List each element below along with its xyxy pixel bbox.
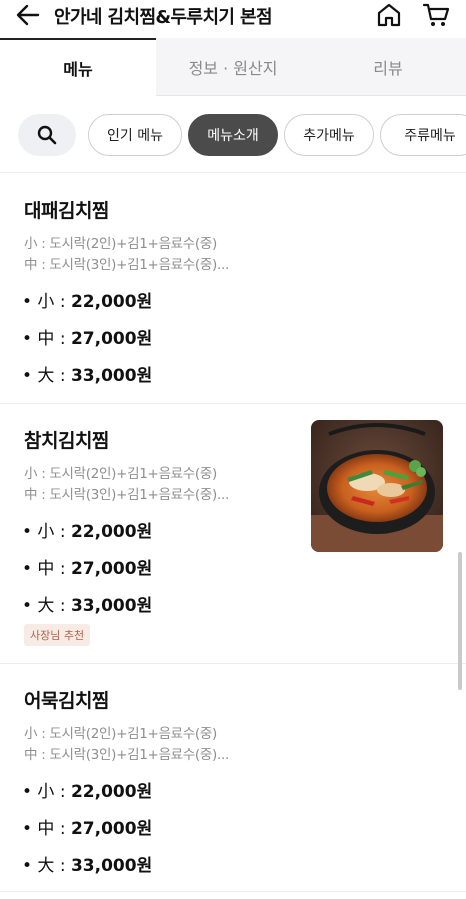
menu-item-name: 참치김치찜 [24,430,109,452]
food-photo [311,420,443,552]
price-amount: 22,000원 [70,782,153,802]
price-row: • 大 : 33,000원 [22,851,152,876]
scrollbar[interactable] [458,552,462,690]
cart-icon[interactable] [422,2,450,28]
price-row: • 大 : 33,000원 [22,591,152,616]
chip-extra-menu[interactable]: 추가메뉴 [284,114,374,156]
desc-line: 小 : 도시락(2인)+김1+음료수(중) [24,726,217,742]
price-size: • 大 : [22,366,71,386]
desc-line: 中 : 도시락(3인)+김1+음료수(중)... [24,747,229,763]
menu-item-description: 小 : 도시락(2인)+김1+음료수(중) 中 : 도시락(3인)+김1+음료수… [24,234,229,276]
price-amount: 27,000원 [70,819,153,839]
menu-item-description: 小 : 도시락(2인)+김1+음료수(중) 中 : 도시락(3인)+김1+음료수… [24,464,229,506]
tab-info-origin[interactable]: 정보 · 원산지 [156,38,310,96]
top-bar: 안가네 김치찜&두루치기 본점 [0,0,466,30]
owner-recommend-badge: 사장님 추천 [24,624,91,646]
menu-item[interactable]: 대패김치찜 小 : 도시락(2인)+김1+음료수(중) 中 : 도시락(3인)+… [0,174,466,404]
price-row: • 中 : 27,000원 [22,814,152,839]
menu-item-name: 어묵김치찜 [24,690,109,712]
store-title: 안가네 김치찜&두루치기 본점 [54,7,273,28]
price-size: • 小 : [22,292,71,312]
price-amount: 22,000원 [70,522,153,542]
divider [0,172,466,173]
price-size: • 大 : [22,856,71,876]
price-row: • 小 : 22,000원 [22,517,152,542]
tab-reviews[interactable]: 리뷰 [310,38,466,96]
tab-menu-label: 메뉴 [63,60,93,79]
price-amount: 22,000원 [70,292,153,312]
category-chip-bar: 인기 메뉴 메뉴소개 추가메뉴 주류메뉴 [0,110,466,160]
tab-reviews-label: 리뷰 [373,58,403,78]
price-amount: 27,000원 [70,329,153,349]
price-row: • 大 : 33,000원 [22,361,152,386]
price-amount: 33,000원 [70,366,153,386]
price-size: • 大 : [22,596,71,616]
desc-line: 小 : 도시락(2인)+김1+음료수(중) [24,466,217,482]
menu-item[interactable]: 참치김치찜 小 : 도시락(2인)+김1+음료수(중) 中 : 도시락(3인)+… [0,404,466,664]
price-size: • 小 : [22,522,71,542]
price-amount: 27,000원 [70,559,153,579]
price-row: • 中 : 27,000원 [22,324,152,349]
chip-popular-menu[interactable]: 인기 메뉴 [88,114,182,156]
desc-line: 中 : 도시락(3인)+김1+음료수(중)... [24,257,229,273]
menu-item-name: 대패김치찜 [24,200,109,222]
home-icon[interactable] [376,2,402,28]
price-row: • 小 : 22,000원 [22,777,152,802]
chip-menu-intro[interactable]: 메뉴소개 [188,114,278,156]
menu-item-description: 小 : 도시락(2인)+김1+음료수(중) 中 : 도시락(3인)+김1+음료수… [24,724,229,766]
price-size: • 中 : [22,329,71,349]
search-icon [37,125,57,145]
price-amount: 33,000원 [70,856,153,876]
price-row: • 小 : 22,000원 [22,287,152,312]
menu-search-button[interactable] [18,114,76,156]
tab-menu[interactable]: 메뉴 [0,38,156,96]
price-row: • 中 : 27,000원 [22,554,152,579]
back-arrow-icon[interactable] [16,4,40,26]
menu-item[interactable]: 어묵김치찜 小 : 도시락(2인)+김1+음료수(중) 中 : 도시락(3인)+… [0,664,466,892]
price-size: • 中 : [22,559,71,579]
chip-drinks-menu[interactable]: 주류메뉴 [380,114,466,156]
price-size: • 小 : [22,782,71,802]
tab-bar: 메뉴 정보 · 원산지 리뷰 [0,38,466,96]
price-amount: 33,000원 [70,596,153,616]
price-size: • 中 : [22,819,71,839]
desc-line: 中 : 도시락(3인)+김1+음료수(중)... [24,487,229,503]
desc-line: 小 : 도시락(2인)+김1+음료수(중) [24,236,217,252]
tab-info-label: 정보 · 원산지 [188,58,278,78]
